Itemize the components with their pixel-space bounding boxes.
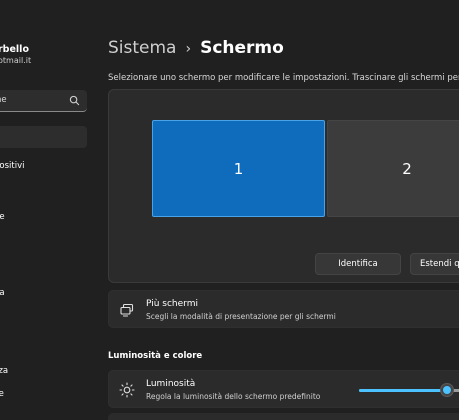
sidebar: rbello otmail.it ne positivi ne ua zza c… [0,0,96,420]
page-description: Selezionare uno schermo per modificare l… [108,73,459,83]
display-arrangement-panel: 1 2 Identifica Estendi qu [108,89,459,283]
extend-display-dropdown[interactable]: Estendi qu [410,253,459,275]
search-icon[interactable] [69,95,80,106]
sidebar-item-ua[interactable]: ua [0,283,87,305]
sidebar-item-label: ce [0,389,4,399]
monitor-label: 2 [402,159,412,178]
slider-fill [359,389,447,392]
breadcrumb-parent[interactable]: Sistema [108,38,176,58]
monitor-label: 1 [233,159,244,178]
account-email: otmail.it [0,56,32,65]
next-setting-card[interactable] [108,413,459,420]
page-title: Schermo [200,38,284,58]
account-name: rbello [0,44,29,55]
sidebar-item-ce[interactable]: ce [0,384,87,406]
sidebar-item-label: positivi [0,161,25,171]
sidebar-item-dispositivi[interactable]: positivi [0,156,87,178]
sidebar-item-zza[interactable]: zza [0,361,87,383]
multiple-displays-card[interactable]: Più schermi Scegli la modalità di presen… [108,290,459,328]
breadcrumb: Sistema › Schermo [108,38,284,58]
search-box[interactable]: ne [0,90,87,112]
card-title: Più schermi [146,299,198,309]
slider-thumb[interactable] [439,383,454,397]
section-heading: Luminosità e colore [108,351,203,361]
multiple-displays-icon [120,303,134,317]
sidebar-item-ne[interactable]: ne [0,207,87,229]
monitor-1-tile[interactable]: 1 [152,120,325,217]
brightness-slider[interactable] [359,383,459,397]
sidebar-item-label: ne [0,212,5,222]
monitor-2-tile[interactable]: 2 [327,120,459,217]
sidebar-item-active[interactable] [0,126,87,148]
identify-button[interactable]: Identifica [315,253,401,275]
sidebar-item-label: ua [0,288,5,298]
brightness-card: Luminosità Regola la luminosità dello sc… [108,370,459,408]
main-content: Sistema › Schermo Selezionare uno scherm… [96,0,459,420]
search-input[interactable]: ne [0,95,7,105]
card-subtitle: Scegli la modalità di presentazione per … [146,312,336,321]
sidebar-item-label: zza [0,366,9,376]
account-info[interactable]: rbello otmail.it [0,44,31,65]
card-subtitle: Regola la luminosità dello schermo prede… [146,392,321,401]
settings-window: rbello otmail.it ne positivi ne ua zza c… [0,0,459,420]
card-title: Luminosità [146,379,196,389]
sun-icon [119,382,135,398]
chevron-right-icon: › [185,41,192,57]
